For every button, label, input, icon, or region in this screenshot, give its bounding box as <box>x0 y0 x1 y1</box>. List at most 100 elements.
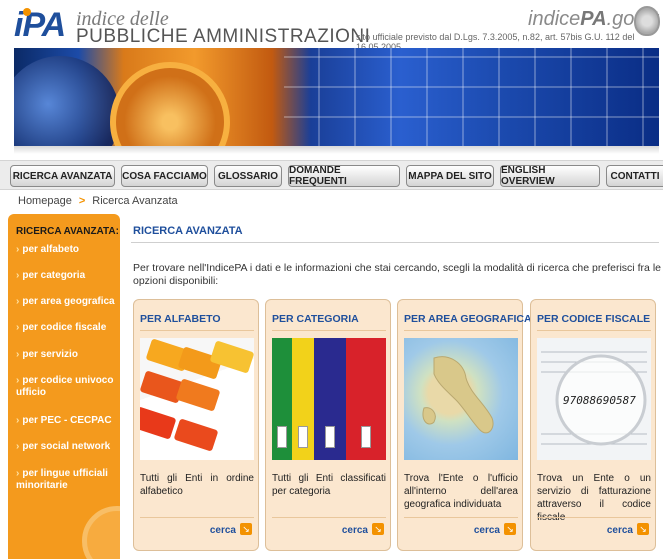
card-title: PER CATEGORIA <box>272 313 359 325</box>
sidebar-item-label: per area geografica <box>22 296 115 307</box>
cerca-link[interactable]: cerca <box>342 525 368 536</box>
sidebar-item-pec[interactable]: › per PEC - CECPAC <box>16 415 120 427</box>
sidebar-item-social-network[interactable]: › per social network <box>16 441 120 453</box>
map-outline-graphic <box>422 356 494 434</box>
card-divider <box>272 330 386 331</box>
sidebar-item-codice-fiscale[interactable]: › per codice fiscale <box>16 322 120 334</box>
nav-domande-frequenti[interactable]: DOMANDE FREQUENTI <box>288 165 400 187</box>
arrow-down-right-icon[interactable]: ↘ <box>240 523 252 535</box>
sidebar-item-codice-univoco[interactable]: › per codice univoco ufficio <box>16 375 120 399</box>
card-title: PER ALFABETO <box>140 313 221 325</box>
ipa-logo[interactable]: iPA <box>14 6 66 45</box>
globe-graphic <box>14 56 120 146</box>
chevron-right-icon: › <box>16 270 20 281</box>
binder-shape <box>292 338 314 460</box>
chevron-right-icon: › <box>16 349 20 360</box>
sidebar-item-lingue[interactable]: › per lingue ufficiali minoritarie <box>16 468 120 492</box>
arrow-down-right-icon[interactable]: ↘ <box>372 523 384 535</box>
cerca-link[interactable]: cerca <box>607 525 633 536</box>
card-divider <box>537 330 651 331</box>
site-domain-b: PA <box>580 8 607 30</box>
tab-shape <box>175 378 221 412</box>
nav-english-overview[interactable]: ENGLISH OVERVIEW <box>500 165 600 187</box>
card-title: PER CODICE FISCALE <box>537 313 651 325</box>
site-domain-a: indice <box>528 8 581 30</box>
card-divider <box>140 330 254 331</box>
card-title: PER AREA GEOGRAFICA <box>404 313 532 325</box>
breadcrumb-separator: > <box>78 195 86 207</box>
breadcrumb: Homepage > Ricerca Avanzata <box>18 195 178 207</box>
tax-code-document-image: 97088690587 <box>537 338 651 460</box>
tab-shape <box>173 418 219 452</box>
nav-mappa-del-sito[interactable]: MAPPA DEL SITO <box>406 165 494 187</box>
banner-shadow <box>14 146 659 154</box>
card-description: Trova l'Ente o l'ufficio all'interno del… <box>404 473 518 510</box>
sidebar-item-categoria[interactable]: › per categoria <box>16 270 120 282</box>
sidebar: RICERCA AVANZATA: › per alfabeto › per cat… <box>8 214 120 559</box>
site-title-line2: PUBBLICHE AMMINISTRAZIONI <box>76 26 371 47</box>
chevron-right-icon: › <box>16 244 20 255</box>
binder-label <box>277 426 287 448</box>
binder-shape <box>272 338 292 460</box>
chevron-right-icon: › <box>16 322 20 333</box>
title-divider <box>131 242 659 243</box>
chevron-right-icon: › <box>16 468 20 479</box>
page-title: RICERCA AVANZATA <box>133 225 243 237</box>
search-card-alfabeto: PER ALFABETO Tutti gli Enti in ordine al… <box>133 299 259 551</box>
tax-code-number: 97088690587 <box>563 394 636 407</box>
chevron-right-icon: › <box>16 296 20 307</box>
nav-cosa-facciamo[interactable]: COSA FACCIAMO <box>121 165 208 187</box>
chevron-right-icon: › <box>16 375 20 386</box>
tab-shape <box>140 406 177 440</box>
header-banner-image <box>14 48 659 146</box>
card-divider <box>140 517 254 518</box>
chevron-right-icon: › <box>16 441 20 452</box>
cerca-link[interactable]: cerca <box>474 525 500 536</box>
binder-shape <box>346 338 386 460</box>
sidebar-item-label: per codice fiscale <box>22 322 107 333</box>
search-card-area-geografica: PER AREA GEOGRAFICA Trova l'Ente o l'uff… <box>397 299 532 551</box>
arrow-down-right-icon[interactable]: ↘ <box>504 523 516 535</box>
logo-dot-icon <box>23 8 31 16</box>
sidebar-item-area-geografica[interactable]: › per area geografica <box>16 296 120 308</box>
binder-label <box>361 426 371 448</box>
nav-glossario[interactable]: GLOSSARIO <box>214 165 282 187</box>
card-description: Tutti gli Enti classificati per categori… <box>272 473 386 497</box>
sidebar-title: RICERCA AVANZATA: <box>16 226 119 237</box>
search-card-categoria: PER CATEGORIA Tutti gli Enti classificat… <box>265 299 391 551</box>
sidebar-item-label: per categoria <box>22 270 86 281</box>
italy-map-image <box>404 338 518 460</box>
arrow-down-right-icon[interactable]: ↘ <box>637 523 649 535</box>
main-nav: RICERCA AVANZATA COSA FACCIAMO GLOSSARIO… <box>0 160 663 190</box>
binder-label <box>325 426 335 448</box>
sidebar-item-label: per social network <box>22 441 111 452</box>
nav-ricerca-avanzata[interactable]: RICERCA AVANZATA <box>10 165 115 187</box>
card-divider <box>272 517 386 518</box>
card-divider <box>404 517 518 518</box>
intro-text: Per trovare nell'IndicePA i dati e le in… <box>133 262 661 287</box>
sidebar-item-label: per alfabeto <box>22 244 80 255</box>
card-divider <box>537 517 651 518</box>
binder-label <box>298 426 308 448</box>
colored-binders-image <box>272 338 386 460</box>
cerca-link[interactable]: cerca <box>210 525 236 536</box>
breadcrumb-home[interactable]: Homepage <box>18 195 72 207</box>
building-windows-graphic <box>284 48 659 146</box>
site-header: iPA indice delle PUBBLICHE AMMINISTRAZIO… <box>0 0 663 52</box>
sidebar-item-label: per PEC - CECPAC <box>22 415 112 426</box>
sidebar-item-label: per codice univoco ufficio <box>16 375 114 398</box>
card-divider <box>404 330 518 331</box>
sidebar-item-servizio[interactable]: › per servizio <box>16 349 120 361</box>
chevron-right-icon: › <box>16 415 20 426</box>
card-description: Tutti gli Enti in ordine alfabetico <box>140 473 254 497</box>
search-card-codice-fiscale: PER CODICE FISCALE 97088690587 Trova un … <box>530 299 656 551</box>
sidebar-item-label: per servizio <box>22 349 78 360</box>
sidebar-item-alfabeto[interactable]: › per alfabeto <box>16 244 120 256</box>
sidebar-item-label: per lingue ufficiali minoritarie <box>16 468 108 491</box>
alphabet-tabs-image <box>140 338 254 460</box>
republic-seal-icon <box>634 6 660 36</box>
binder-shape <box>314 338 346 460</box>
breadcrumb-current: Ricerca Avanzata <box>92 195 178 207</box>
decorative-circle <box>82 506 120 559</box>
nav-contatti[interactable]: CONTATTI <box>606 165 663 187</box>
